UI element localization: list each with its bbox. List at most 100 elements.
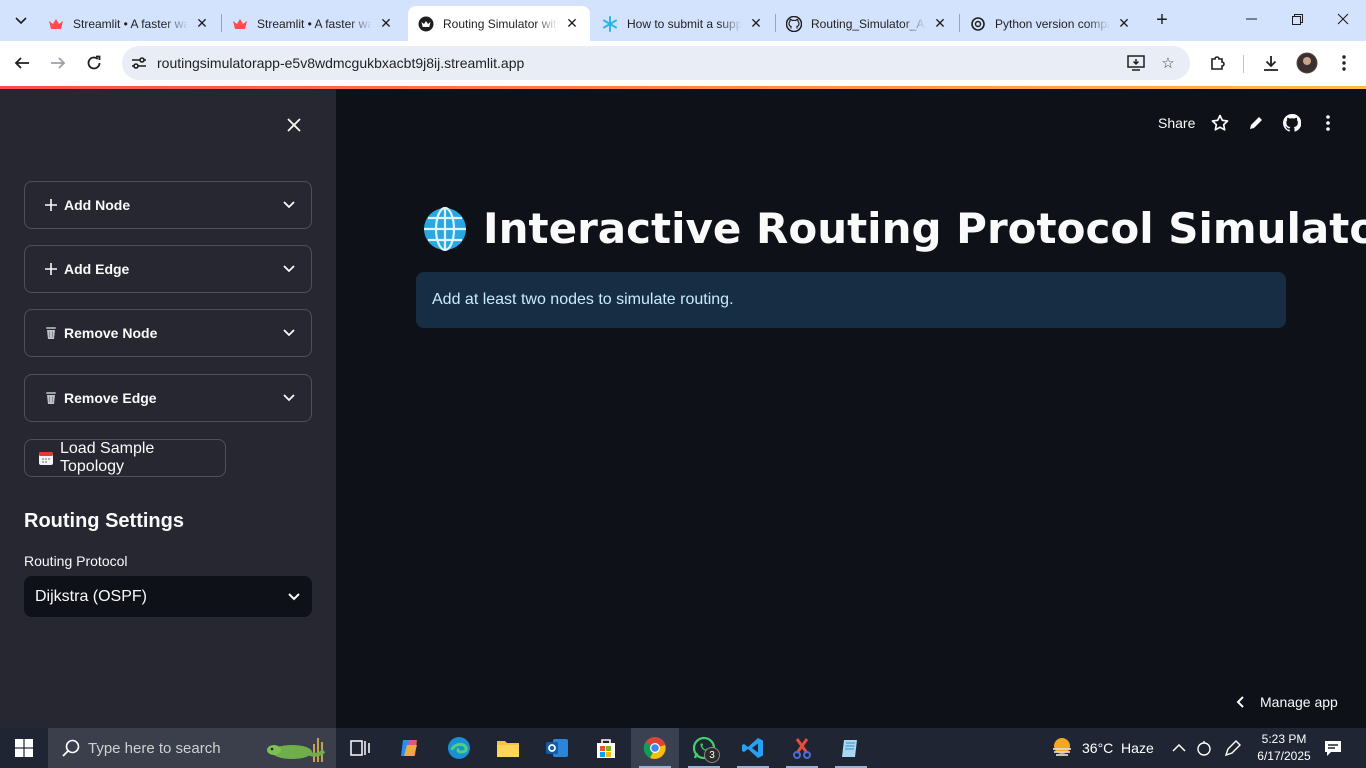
task-view-button[interactable] (336, 728, 384, 768)
plus-icon (43, 262, 59, 276)
expander-add-edge[interactable]: Add Edge (24, 245, 312, 293)
favorite-star-icon[interactable] (1210, 113, 1230, 133)
edit-pencil-icon[interactable] (1246, 113, 1266, 133)
manage-app-button[interactable]: Manage app (1236, 694, 1338, 710)
sidebar: Add Node Add Edge Remove Node Remove Edg… (0, 89, 336, 728)
copilot-app[interactable] (386, 728, 434, 768)
whatsapp-app[interactable]: 3 (680, 728, 728, 768)
page-title-row: Interactive Routing Protocol Simulator (422, 204, 1366, 253)
microsoft-store-app[interactable] (582, 728, 630, 768)
arrow-left-icon (14, 57, 29, 69)
reload-button[interactable] (80, 49, 108, 77)
browser-tab[interactable]: Python version compatibility ✕ (960, 6, 1142, 41)
load-sample-topology-button[interactable]: Load Sample Topology (24, 439, 226, 477)
routing-protocol-select[interactable]: Dijkstra (OSPF) (24, 576, 312, 617)
outlook-app[interactable] (533, 728, 581, 768)
browser-tab[interactable]: Routing_Simulator_App ✕ (776, 6, 958, 41)
browser-toolbar: routingsimulatorapp-e5v8wdmcgukbxacbt9j8… (0, 41, 1366, 86)
browser-tab[interactable]: Streamlit • A faster way to build and sh… (222, 6, 404, 41)
tray-overflow-button[interactable] (1172, 728, 1186, 768)
tab-title: How to submit a support request (627, 16, 742, 31)
network-icon (1197, 741, 1211, 756)
share-button[interactable]: Share (1158, 115, 1195, 131)
collapse-sidebar-button[interactable] (284, 115, 304, 135)
chevron-down-icon (281, 197, 297, 213)
notes-app[interactable] (827, 728, 875, 768)
notepad-icon (842, 740, 857, 757)
expander-add-node[interactable]: Add Node (24, 181, 312, 229)
browser-menu-button[interactable] (1330, 49, 1358, 77)
snipping-tool-app[interactable] (778, 728, 826, 768)
browser-tab-strip: Streamlit • A faster way to build and sh… (0, 0, 1366, 41)
main-content: Share Interactive Routing Protocol Simul… (336, 89, 1366, 728)
globe-icon (424, 206, 466, 251)
search-placeholder: Type here to search (88, 739, 221, 757)
close-tab-icon[interactable]: ✕ (194, 15, 210, 32)
info-alert: Add at least two nodes to simulate routi… (416, 272, 1286, 328)
haze-weather-icon (1053, 738, 1071, 756)
store-icon (597, 739, 615, 758)
expander-label: Add Edge (64, 261, 130, 277)
chevron-down-icon (281, 261, 297, 277)
pen-menu-button[interactable] (1224, 728, 1242, 768)
weather-widget[interactable]: 36°C Haze (1050, 728, 1154, 768)
info-alert-text: Add at least two nodes to simulate routi… (432, 291, 734, 308)
tab-search-button[interactable] (8, 8, 34, 34)
snowflake-icon (602, 15, 618, 32)
notification-center-button[interactable] (1324, 728, 1342, 768)
close-tab-icon[interactable]: ✕ (564, 15, 580, 32)
browser-tab[interactable]: How to submit a support request ✕ (592, 6, 774, 41)
expander-remove-edge[interactable]: Remove Edge (24, 374, 312, 422)
network-status[interactable] (1196, 728, 1212, 768)
close-tab-icon[interactable]: ✕ (748, 15, 764, 32)
streamlit-crown-icon (232, 16, 248, 32)
notification-icon (1325, 741, 1341, 756)
bookmark-star-icon[interactable]: ☆ (1158, 53, 1178, 73)
browser-tab-active[interactable]: Routing Simulator with Streamlit ✕ (408, 6, 590, 41)
install-app-icon[interactable] (1126, 53, 1146, 73)
taskbar-search-box[interactable]: Type here to search (48, 728, 336, 768)
close-window-button[interactable] (1320, 0, 1366, 38)
restore-icon (1291, 13, 1303, 25)
button-label: Load Sample Topology (60, 440, 155, 475)
profile-avatar[interactable] (1293, 49, 1321, 77)
kebab-menu-icon (1342, 55, 1346, 71)
site-info-icon[interactable] (130, 54, 148, 72)
github-icon[interactable] (1282, 113, 1302, 133)
chrome-app[interactable] (631, 728, 679, 768)
vscode-app[interactable] (729, 728, 777, 768)
puzzle-icon (1211, 56, 1225, 70)
close-tab-icon[interactable]: ✕ (1116, 15, 1132, 32)
openai-icon (970, 16, 986, 32)
file-explorer-app[interactable] (484, 728, 532, 768)
select-value: Dijkstra (OSPF) (35, 587, 147, 605)
streamlit-crown-icon (48, 16, 64, 32)
windows-logo-icon (15, 739, 33, 757)
address-bar[interactable]: routingsimulatorapp-e5v8wdmcgukbxacbt9j8… (122, 46, 1190, 80)
arrow-right-icon (51, 57, 66, 69)
clock-time: 5:23 PM (1261, 732, 1307, 746)
search-icon (62, 739, 80, 757)
close-tab-icon[interactable]: ✕ (378, 15, 394, 32)
reload-icon (87, 55, 101, 70)
downloads-button[interactable] (1257, 49, 1285, 77)
edge-app[interactable] (435, 728, 483, 768)
back-button[interactable] (8, 49, 36, 77)
trash-icon (43, 326, 59, 340)
close-tab-icon[interactable]: ✕ (932, 15, 948, 32)
chevron-down-icon (281, 325, 297, 341)
system-clock[interactable]: 5:23 PM 6/17/2025 (1250, 731, 1318, 765)
forward-button[interactable] (44, 49, 72, 77)
chrome-icon (643, 737, 666, 759)
extensions-button[interactable] (1204, 49, 1232, 77)
start-button[interactable] (0, 728, 48, 768)
expander-label: Remove Node (64, 325, 158, 341)
expander-remove-node[interactable]: Remove Node (24, 309, 312, 357)
restore-button[interactable] (1274, 0, 1320, 38)
app-menu-kebab-icon[interactable] (1318, 113, 1338, 133)
new-tab-button[interactable]: + (1150, 8, 1174, 32)
minimize-button[interactable] (1228, 0, 1274, 38)
tab-title: Streamlit • A faster way to build and sh… (73, 16, 188, 31)
calendar-icon (38, 450, 54, 466)
browser-tab[interactable]: Streamlit • A faster way to build and sh… (38, 6, 220, 41)
